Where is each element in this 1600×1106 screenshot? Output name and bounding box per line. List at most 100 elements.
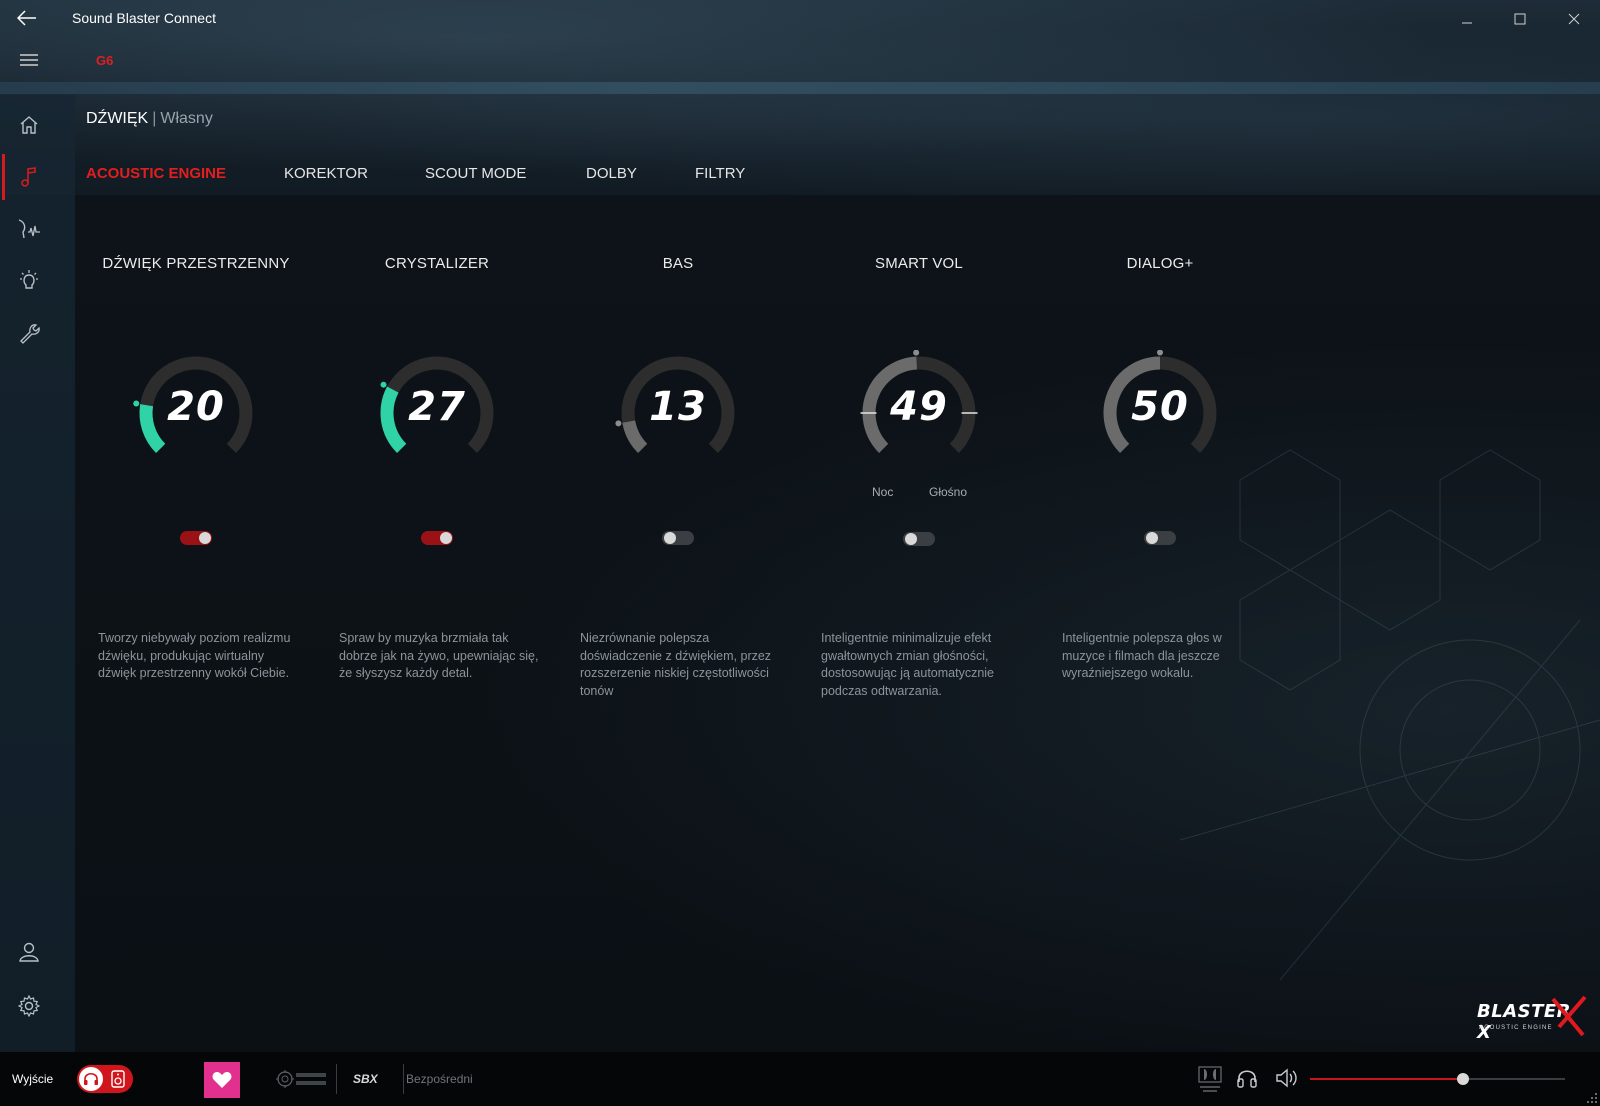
dial-handle: [1157, 350, 1163, 356]
toggle-knob: [905, 533, 917, 545]
sidebar-item-settings[interactable]: [0, 981, 58, 1031]
tab-korektor[interactable]: KOREKTOR: [284, 165, 368, 182]
dial-value: 13: [649, 384, 707, 430]
resize-grip-icon[interactable]: [1586, 1092, 1598, 1104]
module-surround: DŹWIĘK PRZESTRZENNY 20 Tworzy niebywały …: [76, 250, 316, 710]
app-title: Sound Blaster Connect: [72, 10, 216, 26]
speaker-icon: [111, 1070, 125, 1088]
module-title: CRYSTALIZER: [384, 255, 490, 272]
logo-x-mark-icon: [1551, 995, 1587, 1037]
module-title: DIALOG+: [1126, 255, 1194, 272]
scout-mode-logo-icon[interactable]: [276, 1068, 328, 1090]
direct-mode-button[interactable]: Bezpośredni: [406, 1072, 473, 1086]
tab-dolby[interactable]: DOLBY: [586, 165, 637, 182]
title-bar: Sound Blaster Connect: [0, 0, 1600, 36]
volume-slider[interactable]: [1310, 1073, 1565, 1085]
dolby-icon[interactable]: [1198, 1066, 1222, 1094]
crystalizer-dial[interactable]: 27: [374, 350, 500, 476]
tab-scout-mode[interactable]: SCOUT MODE: [425, 165, 526, 182]
module-description: Niezrównanie polepsza doświadczenie z dź…: [580, 631, 772, 698]
heart-icon: [212, 1072, 232, 1088]
sidebar-item-profile[interactable]: [0, 927, 58, 977]
maximize-button[interactable]: [1500, 6, 1540, 32]
tab-acoustic-engine[interactable]: ACOUSTIC ENGINE: [86, 165, 226, 182]
toggle-knob: [440, 532, 452, 544]
module-description: Spraw by muzyka brzmiała tak dobrze jak …: [339, 631, 539, 680]
arrow-left-icon: [17, 10, 36, 26]
bottom-bar: Wyjście SBX Bezpośredni: [0, 1052, 1600, 1106]
crystalizer-toggle[interactable]: [421, 531, 453, 545]
header-accent-stripe: [0, 82, 1600, 94]
breadcrumb-separator: |: [152, 110, 157, 127]
output-switch[interactable]: [77, 1065, 133, 1093]
divider: [336, 1064, 337, 1094]
minimize-button[interactable]: [1447, 6, 1487, 32]
smart-vol-night-label: Noc: [872, 485, 894, 499]
volume-slider-thumb[interactable]: [1457, 1073, 1469, 1085]
volume-icon[interactable]: [1275, 1067, 1299, 1089]
breadcrumb-preset: Własny: [160, 110, 213, 127]
module-smart-vol: SMART VOL 49 Noc Głośno Inteligentnie mi…: [799, 250, 1039, 710]
divider: [403, 1064, 404, 1094]
module-title: DŹWIĘK PRZESTRZENNY: [102, 255, 290, 272]
speaker-output-option[interactable]: [109, 1070, 127, 1088]
toggle-knob: [664, 532, 676, 544]
tab-filtry[interactable]: FILTRY: [695, 165, 745, 182]
favorite-button[interactable]: [204, 1062, 240, 1098]
module-description: Inteligentnie polepsza głos w muzyce i f…: [1062, 631, 1222, 680]
smart-vol-loud-label: Głośno: [929, 485, 968, 499]
output-label: Wyjście: [12, 1072, 54, 1086]
sbx-button[interactable]: SBX: [353, 1072, 378, 1086]
hamburger-menu-button[interactable]: [12, 48, 46, 72]
voice-wave-icon: [18, 219, 40, 239]
module-dialog-plus: DIALOG+ 50 Inteligentnie polepsza głos w…: [1040, 250, 1280, 710]
home-icon: [20, 116, 38, 134]
logo-tagline: ACOUSTIC ENGINE: [1479, 1025, 1553, 1031]
module-crystalizer: CRYSTALIZER 27 Spraw by muzyka brzmiała …: [317, 250, 557, 710]
dial-value: 50: [1131, 384, 1189, 430]
maximize-icon: [1514, 13, 1526, 25]
hamburger-icon: [20, 54, 38, 66]
sidebar-item-lighting[interactable]: [0, 256, 58, 306]
sidebar-item-voice[interactable]: [0, 204, 58, 254]
sidebar-item-settings-tools[interactable]: [0, 308, 58, 358]
toggle-knob: [199, 532, 211, 544]
dialog-plus-dial[interactable]: 50: [1097, 350, 1223, 476]
smart-vol-dial[interactable]: 49: [856, 350, 982, 476]
module-bass: BAS 13 Niezrównanie polepsza doświadczen…: [558, 250, 798, 710]
breadcrumb-section: DŹWIĘK: [86, 110, 149, 127]
device-name[interactable]: G6: [96, 53, 113, 68]
sidebar: [0, 95, 75, 1052]
user-icon: [19, 942, 39, 962]
sidebar-item-home[interactable]: [0, 100, 58, 150]
surround-dial[interactable]: 20: [133, 350, 259, 476]
headphones-icon: [84, 1072, 98, 1085]
bass-toggle[interactable]: [662, 531, 694, 545]
bass-dial[interactable]: 13: [615, 350, 741, 476]
headphones-output-option[interactable]: [79, 1067, 103, 1091]
module-description: Inteligentnie minimalizuje efekt gwałtow…: [821, 631, 995, 698]
smart-vol-toggle[interactable]: [903, 532, 935, 546]
dial-value: 20: [167, 384, 225, 430]
breadcrumb: DŹWIĘK | Własny: [86, 110, 213, 128]
close-button[interactable]: [1554, 6, 1594, 32]
music-note-icon: [21, 167, 36, 187]
toggle-knob: [1146, 532, 1158, 544]
dial-handle: [913, 350, 920, 356]
sidebar-item-sound[interactable]: [0, 152, 58, 202]
wrench-icon: [20, 324, 40, 344]
gear-icon: [18, 995, 40, 1017]
lightbulb-icon: [20, 270, 38, 289]
back-button[interactable]: [10, 4, 44, 32]
module-title: SMART VOL: [875, 255, 963, 272]
headphone-mode-icon[interactable]: [1236, 1067, 1258, 1089]
dial-value: 49: [890, 384, 948, 430]
module-description: Tworzy niebywały poziom realizmu dźwięku…: [98, 631, 291, 680]
surround-toggle[interactable]: [180, 531, 212, 545]
dial-value: 27: [408, 384, 466, 430]
close-icon: [1568, 13, 1580, 25]
blasterx-logo: BLASTER X ACOUSTIC ENGINE: [1477, 995, 1589, 1043]
dialog-plus-toggle[interactable]: [1144, 531, 1176, 545]
minimize-icon: [1462, 22, 1472, 24]
module-title: BAS: [662, 255, 694, 272]
